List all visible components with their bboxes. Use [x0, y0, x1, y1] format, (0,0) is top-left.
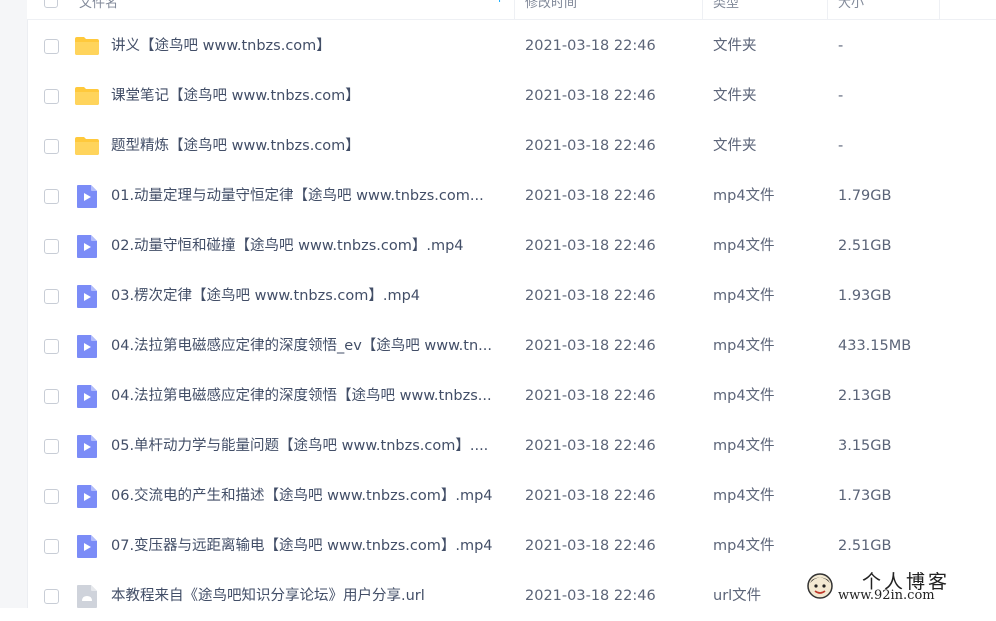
blog-watermark: 个人博客 www.92in.com	[800, 566, 996, 608]
file-row[interactable]: 03.楞次定律【途鸟吧 www.tnbzs.com】.mp4 2021-03-18…	[27, 271, 996, 321]
folder-icon[interactable]	[74, 33, 100, 59]
file-size: 433.15MB	[838, 338, 912, 354]
row-checkbox[interactable]	[44, 589, 59, 604]
file-row[interactable]: 课堂笔记【途鸟吧 www.tnbzs.com】 2021-03-18 22:46 文…	[27, 71, 996, 121]
file-name-link[interactable]: 02.动量守恒和碰撞【途鸟吧 www.tnbzs.com】.mp4	[111, 237, 506, 256]
file-name-link[interactable]: 05.单杆动力学与能量问题【途鸟吧 www.tnbzs.com】....	[111, 437, 506, 456]
file-type: 文件夹	[713, 38, 757, 54]
modified-time: 2021-03-18 22:46	[525, 488, 656, 504]
avatar-icon	[807, 573, 833, 599]
file-size: -	[838, 38, 844, 54]
row-checkbox[interactable]	[44, 439, 59, 454]
file-row[interactable]: 07.变压器与远距离输电【途鸟吧 www.tnbzs.com】.mp4 2021-…	[27, 521, 996, 571]
file-type: url文件	[713, 588, 762, 604]
file-size: 2.13GB	[838, 388, 892, 404]
file-row[interactable]: 04.法拉第电磁感应定律的深度领悟_ev【途鸟吧 www.tn... 2021-0…	[27, 321, 996, 371]
file-row[interactable]: 题型精炼【途鸟吧 www.tnbzs.com】 2021-03-18 22:46 文…	[27, 121, 996, 171]
file-size: -	[838, 138, 844, 154]
link-file-icon[interactable]	[74, 583, 100, 609]
column-header-time[interactable]: 修改时间	[525, 0, 577, 11]
row-checkbox[interactable]	[44, 539, 59, 554]
watermark-url: www.92in.com	[838, 588, 935, 603]
column-header-name[interactable]: 文件名	[79, 0, 118, 11]
file-type: mp4文件	[713, 438, 775, 454]
file-row[interactable]: 04.法拉第电磁感应定律的深度领悟【途鸟吧 www.tnbzs... 2021-0…	[27, 371, 996, 421]
file-type: mp4文件	[713, 188, 775, 204]
file-name-link[interactable]: 04.法拉第电磁感应定律的深度领悟_ev【途鸟吧 www.tn...	[111, 337, 506, 356]
file-row[interactable]: 05.单杆动力学与能量问题【途鸟吧 www.tnbzs.com】.... 2021…	[27, 421, 996, 471]
modified-time: 2021-03-18 22:46	[525, 338, 656, 354]
file-type: 文件夹	[713, 138, 757, 154]
video-file-icon[interactable]	[74, 233, 100, 259]
modified-time: 2021-03-18 22:46	[525, 138, 656, 154]
file-name-link[interactable]: 课堂笔记【途鸟吧 www.tnbzs.com】	[111, 87, 506, 106]
file-list-header: 文件名 ↑ 修改时间 类型 大小	[27, 0, 996, 20]
modified-time: 2021-03-18 22:46	[525, 88, 656, 104]
folder-icon[interactable]	[74, 83, 100, 109]
row-checkbox[interactable]	[44, 239, 59, 254]
file-size: -	[838, 88, 844, 104]
select-all-checkbox[interactable]	[44, 0, 58, 8]
row-checkbox[interactable]	[44, 139, 59, 154]
file-type: mp4文件	[713, 488, 775, 504]
video-file-icon[interactable]	[74, 283, 100, 309]
row-checkbox[interactable]	[44, 39, 59, 54]
column-header-type[interactable]: 类型	[713, 0, 739, 11]
left-sidebar-edge	[0, 0, 28, 608]
video-file-icon[interactable]	[74, 383, 100, 409]
row-checkbox[interactable]	[44, 339, 59, 354]
file-size: 1.73GB	[838, 488, 892, 504]
file-type: mp4文件	[713, 388, 775, 404]
modified-time: 2021-03-18 22:46	[525, 288, 656, 304]
row-checkbox[interactable]	[44, 389, 59, 404]
file-name-link[interactable]: 讲义【途鸟吧 www.tnbzs.com】	[111, 37, 506, 56]
column-divider[interactable]	[939, 0, 940, 19]
file-size: 1.79GB	[838, 188, 892, 204]
video-file-icon[interactable]	[74, 483, 100, 509]
file-type: mp4文件	[713, 238, 775, 254]
modified-time: 2021-03-18 22:46	[525, 388, 656, 404]
video-file-icon[interactable]	[74, 533, 100, 559]
modified-time: 2021-03-18 22:46	[525, 38, 656, 54]
column-header-size[interactable]: 大小	[838, 0, 864, 11]
column-divider[interactable]	[702, 0, 703, 19]
row-checkbox[interactable]	[44, 89, 59, 104]
row-checkbox[interactable]	[44, 189, 59, 204]
modified-time: 2021-03-18 22:46	[525, 238, 656, 254]
file-name-link[interactable]: 01.动量定理与动量守恒定律【途鸟吧 www.tnbzs.com...	[111, 187, 506, 206]
row-checkbox[interactable]	[44, 489, 59, 504]
file-type: mp4文件	[713, 338, 775, 354]
video-file-icon[interactable]	[74, 333, 100, 359]
file-name-link[interactable]: 03.楞次定律【途鸟吧 www.tnbzs.com】.mp4	[111, 287, 506, 306]
modified-time: 2021-03-18 22:46	[525, 438, 656, 454]
folder-icon[interactable]	[74, 133, 100, 159]
file-name-link[interactable]: 07.变压器与远距离输电【途鸟吧 www.tnbzs.com】.mp4	[111, 537, 506, 556]
file-name-link[interactable]: 本教程来自《途鸟吧知识分享论坛》用户分享.url	[111, 587, 506, 606]
modified-time: 2021-03-18 22:46	[525, 538, 656, 554]
column-divider[interactable]	[514, 0, 515, 19]
column-divider[interactable]	[827, 0, 828, 19]
file-type: 文件夹	[713, 88, 757, 104]
modified-time: 2021-03-18 22:46	[525, 588, 656, 604]
file-row[interactable]: 讲义【途鸟吧 www.tnbzs.com】 2021-03-18 22:46 文件夹…	[27, 21, 996, 71]
file-row[interactable]: 06.交流电的产生和描述【途鸟吧 www.tnbzs.com】.mp4 2021-…	[27, 471, 996, 521]
file-name-link[interactable]: 题型精炼【途鸟吧 www.tnbzs.com】	[111, 137, 506, 156]
video-file-icon[interactable]	[74, 433, 100, 459]
file-size: 3.15GB	[838, 438, 892, 454]
file-size: 2.51GB	[838, 538, 892, 554]
modified-time: 2021-03-18 22:46	[525, 188, 656, 204]
file-name-link[interactable]: 04.法拉第电磁感应定律的深度领悟【途鸟吧 www.tnbzs...	[111, 387, 506, 406]
row-checkbox[interactable]	[44, 289, 59, 304]
video-file-icon[interactable]	[74, 183, 100, 209]
file-row[interactable]: 02.动量守恒和碰撞【途鸟吧 www.tnbzs.com】.mp4 2021-03…	[27, 221, 996, 271]
file-type: mp4文件	[713, 288, 775, 304]
file-row[interactable]: 01.动量定理与动量守恒定律【途鸟吧 www.tnbzs.com... 2021-…	[27, 171, 996, 221]
file-size: 1.93GB	[838, 288, 892, 304]
sort-arrow-icon[interactable]: ↑	[495, 0, 505, 4]
file-size: 2.51GB	[838, 238, 892, 254]
file-type: mp4文件	[713, 538, 775, 554]
file-name-link[interactable]: 06.交流电的产生和描述【途鸟吧 www.tnbzs.com】.mp4	[111, 487, 506, 506]
